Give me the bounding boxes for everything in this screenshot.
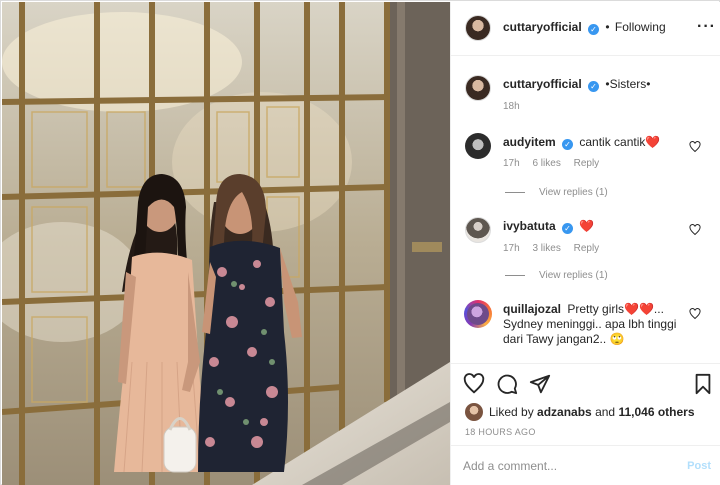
comment-time[interactable]: 17h [503, 243, 520, 254]
comment-username[interactable]: audyitem [503, 135, 556, 149]
avatar[interactable] [465, 217, 491, 243]
comment-text-line3: dari Tawy jangan2.. 🙄 [503, 332, 625, 346]
liked-by-prefix: Liked by [489, 405, 534, 419]
post-actions: Liked by adzanabs and 11,046 others 18 H… [451, 363, 720, 445]
heart-icon[interactable] [689, 141, 701, 153]
view-replies-button[interactable]: View replies (1) [505, 187, 608, 198]
add-comment-bar: Post [451, 445, 720, 485]
post-header: cuttaryofficial ✓ • Following ··· [451, 2, 720, 56]
post-photo[interactable] [2, 2, 450, 485]
post-side-panel: cuttaryofficial ✓ • Following ··· cuttar… [450, 2, 720, 485]
reply-button[interactable]: Reply [574, 158, 600, 169]
more-horizontal-icon[interactable]: ··· [697, 18, 716, 36]
follow-status-button[interactable]: Following [615, 20, 666, 34]
header-username[interactable]: cuttaryofficial [503, 20, 582, 34]
header-separator: • [605, 20, 610, 34]
view-replies-label: View replies (1) [539, 187, 608, 198]
avatar[interactable] [465, 133, 491, 159]
divider [505, 191, 525, 193]
comment-likes[interactable]: 6 likes [532, 158, 560, 169]
comment-text: ❤️ [579, 219, 595, 233]
post-button[interactable]: Post [687, 460, 711, 472]
comment-time[interactable]: 17h [503, 158, 520, 169]
heart-icon[interactable] [689, 224, 701, 236]
liked-by-text: Liked by adzanabs and 11,046 others [489, 405, 695, 419]
liked-by-user-link[interactable]: adzanabs [537, 405, 592, 419]
reply-button[interactable]: Reply [574, 243, 600, 254]
photo-illustration [2, 2, 450, 485]
view-replies-button[interactable]: View replies (1) [505, 270, 608, 281]
comment-text: cantik cantik❤️ [579, 135, 661, 149]
comment-icon[interactable] [496, 373, 518, 395]
verified-badge-icon: ✓ [562, 139, 574, 150]
verified-badge-icon: ✓ [562, 223, 574, 234]
liked-by-others-link[interactable]: 11,046 others [618, 405, 694, 419]
avatar[interactable] [465, 75, 491, 101]
heart-icon[interactable] [463, 373, 485, 395]
avatar[interactable] [465, 15, 491, 41]
comment-username[interactable]: ivybatuta [503, 219, 556, 233]
avatar[interactable] [464, 300, 492, 328]
comment-username[interactable]: quillajozal [503, 302, 561, 316]
liked-by-and: and [595, 405, 616, 419]
verified-badge-icon: ✓ [588, 24, 600, 35]
caption-time[interactable]: 18h [503, 101, 520, 112]
bookmark-icon[interactable] [692, 373, 714, 395]
comment-text-line2: Sydney meninggi.. apa lbh tinggi [503, 317, 677, 331]
caption-username[interactable]: cuttaryofficial [503, 77, 582, 91]
comment-input[interactable] [463, 458, 663, 474]
share-icon[interactable] [529, 373, 551, 395]
post-timestamp[interactable]: 18 HOURS AGO [465, 427, 536, 437]
comment-text-line1: Pretty girls❤️❤️... [567, 302, 664, 316]
heart-icon[interactable] [689, 308, 701, 320]
comments-list[interactable]: cuttaryofficial ✓ •Sisters• 18h audyitem… [451, 57, 720, 363]
view-replies-label: View replies (1) [539, 270, 608, 281]
avatar[interactable] [465, 403, 483, 421]
post-modal: cuttaryofficial ✓ • Following ··· cuttar… [0, 0, 720, 485]
divider [505, 274, 525, 276]
comment-likes[interactable]: 3 likes [532, 243, 560, 254]
caption-text: •Sisters• [605, 77, 651, 91]
verified-badge-icon: ✓ [588, 81, 600, 92]
